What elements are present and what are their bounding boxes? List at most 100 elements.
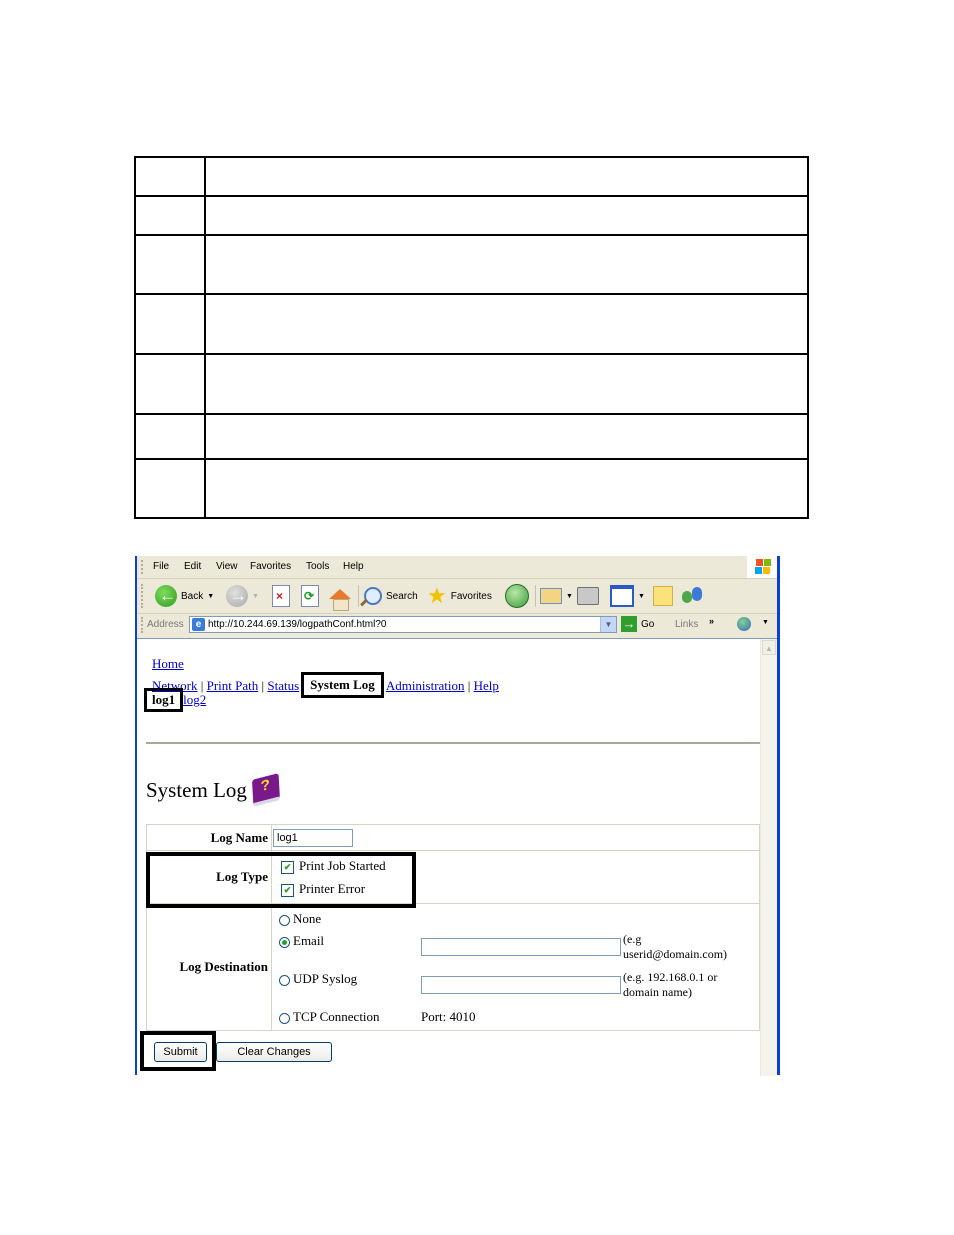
forward-dropdown-icon: ▼: [252, 592, 259, 600]
mail-button[interactable]: ▼: [540, 584, 573, 608]
page-viewport: Home Network | Print Path | Status System…: [137, 638, 777, 1076]
extension-dropdown-icon[interactable]: ▼: [762, 619, 769, 626]
log-type-printer-error[interactable]: ✔ Printer Error: [281, 877, 759, 900]
page-title: System Log ?: [146, 773, 280, 807]
table-cell: [134, 413, 206, 460]
go-button[interactable]: → Go: [621, 616, 654, 632]
nav-administration[interactable]: Administration: [386, 678, 465, 693]
radio-selected-icon[interactable]: [279, 936, 290, 948]
log-destination-label: Log Destination: [146, 903, 272, 1031]
refresh-button[interactable]: ⟳: [301, 584, 319, 608]
menu-bar: File Edit View Favorites Tools Help: [137, 556, 777, 579]
address-label: Address: [147, 619, 184, 630]
menu-view[interactable]: View: [216, 561, 238, 572]
table-cell: [134, 156, 206, 197]
nav-help[interactable]: Help: [474, 678, 499, 693]
menu-help[interactable]: Help: [343, 561, 364, 572]
table-row: [134, 195, 809, 236]
clear-changes-button[interactable]: Clear Changes: [216, 1042, 332, 1062]
table-row: [134, 353, 809, 415]
log-type-label: Log Type: [146, 850, 272, 904]
udp-hint: (e.g. 192.168.0.1 or domain name): [623, 970, 718, 999]
address-input[interactable]: e http://10.244.69.139/logpathConf.html?…: [189, 616, 617, 633]
radio-unselected-icon[interactable]: [279, 974, 290, 986]
help-book-icon[interactable]: ?: [251, 773, 280, 807]
sticky-note-icon: [653, 586, 673, 606]
favorites-button[interactable]: ★ Favorites: [427, 584, 492, 608]
nav-status[interactable]: Status: [267, 678, 299, 693]
back-arrow-icon: [155, 585, 177, 607]
log-subnav: log1 log2: [144, 688, 206, 712]
subnav-log1-active: log1: [144, 688, 184, 712]
divider: [146, 742, 762, 744]
history-button[interactable]: [505, 584, 529, 608]
table-row: [134, 458, 809, 519]
messenger-button[interactable]: [682, 584, 704, 608]
table-cell: [204, 458, 809, 519]
destination-none[interactable]: None: [279, 911, 321, 927]
refresh-icon: ⟳: [301, 585, 319, 607]
browser-window: File Edit View Favorites Tools Help Back…: [135, 556, 780, 1076]
radio-unselected-icon[interactable]: [279, 1012, 290, 1024]
search-button[interactable]: Search: [364, 584, 418, 608]
log-name-label: Log Name: [146, 824, 272, 851]
search-label: Search: [386, 590, 418, 602]
nav-print-path[interactable]: Print Path: [207, 678, 259, 693]
mail-icon: [540, 588, 562, 604]
edit-button[interactable]: ▼: [610, 584, 645, 608]
log-type-row: Log Type ✔ Print Job Started ✔ Printer Err…: [146, 850, 760, 904]
address-dropdown-icon[interactable]: ▼: [600, 617, 616, 632]
table-row: [134, 293, 809, 355]
tcp-port-text: Port: 4010: [421, 1009, 476, 1024]
menu-tools[interactable]: Tools: [306, 561, 329, 572]
standard-toolbar: Back ▼ ▼ × ⟳ Search ★ Favorites: [137, 579, 777, 614]
home-button[interactable]: [329, 582, 351, 611]
home-link[interactable]: Home: [152, 656, 184, 672]
menu-edit[interactable]: Edit: [184, 561, 201, 572]
links-chevron-icon[interactable]: »: [709, 616, 714, 626]
table-cell: [204, 293, 809, 355]
messenger-icon: [682, 587, 704, 605]
checkbox-checked-icon[interactable]: ✔: [281, 860, 294, 874]
destination-tcp-connection[interactable]: TCP Connection: [279, 1009, 380, 1025]
vertical-scrollbar[interactable]: ▲: [760, 639, 777, 1076]
toolbar-extension-icon[interactable]: [737, 617, 751, 631]
table-row: [134, 156, 809, 197]
subnav-log2[interactable]: log2: [183, 692, 206, 707]
menu-grip: [141, 560, 145, 574]
menu-file[interactable]: File: [153, 561, 169, 572]
log-type-print-job-started[interactable]: ✔ Print Job Started: [281, 854, 759, 877]
print-button[interactable]: [577, 584, 599, 608]
udp-syslog-input[interactable]: [421, 976, 621, 994]
favorites-label: Favorites: [450, 590, 492, 602]
back-button[interactable]: Back ▼: [155, 584, 214, 608]
menu-favorites[interactable]: Favorites: [250, 561, 291, 572]
document-table: [134, 156, 809, 519]
forward-button[interactable]: ▼: [226, 584, 259, 608]
ie-page-icon: e: [192, 618, 205, 631]
radio-unselected-icon[interactable]: [279, 914, 290, 926]
mail-dropdown-icon[interactable]: ▼: [566, 593, 573, 600]
edit-dropdown-icon[interactable]: ▼: [638, 593, 645, 600]
address-url[interactable]: http://10.244.69.139/logpathConf.html?0: [208, 619, 386, 630]
scroll-up-icon[interactable]: ▲: [762, 640, 776, 655]
back-dropdown-icon[interactable]: ▼: [207, 593, 214, 600]
notes-button[interactable]: [653, 584, 673, 608]
stop-button[interactable]: ×: [272, 584, 290, 608]
submit-button[interactable]: Submit: [154, 1042, 207, 1062]
toolbar-grip: [141, 584, 145, 608]
table-cell: [204, 353, 809, 415]
email-input[interactable]: [421, 938, 621, 956]
back-label: Back: [181, 590, 204, 602]
email-hint: (e.g userid@domain.com): [623, 932, 728, 961]
destination-udp-syslog[interactable]: UDP Syslog: [279, 971, 357, 987]
toolbar-separator: [535, 585, 536, 607]
links-label[interactable]: Links: [675, 619, 698, 630]
checkbox-checked-icon[interactable]: ✔: [281, 883, 294, 897]
log-name-input[interactable]: [273, 828, 353, 847]
destination-email[interactable]: Email: [279, 933, 324, 949]
nav-system-log-active: System Log: [301, 672, 384, 698]
print-icon: [577, 587, 599, 605]
go-label: Go: [641, 618, 655, 630]
system-log-form: Log Name Log Type ✔Print Job Started ✔Pr…: [146, 824, 760, 1031]
